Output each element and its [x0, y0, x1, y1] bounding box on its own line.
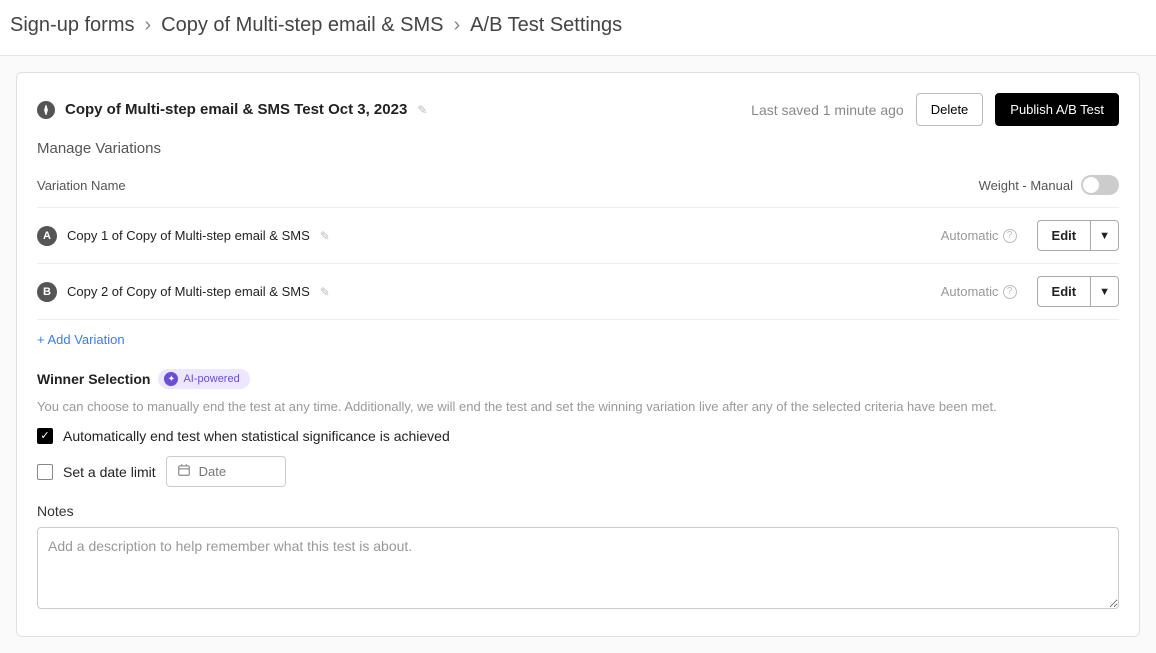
variation-name: Copy 2 of Copy of Multi-step email & SMS	[67, 284, 310, 299]
pencil-icon[interactable]: ✎	[320, 285, 330, 299]
breadcrumb-parent[interactable]: Copy of Multi-step email & SMS	[161, 14, 443, 37]
auto-end-checkbox[interactable]	[37, 428, 53, 444]
last-saved-text: Last saved 1 minute ago	[751, 102, 904, 118]
manage-variations-heading: Manage Variations	[37, 140, 1119, 157]
edit-button[interactable]: Edit	[1037, 276, 1092, 307]
date-limit-label: Set a date limit	[63, 464, 156, 480]
ai-powered-badge: AI-powered	[158, 369, 249, 389]
notes-heading: Notes	[37, 503, 1119, 519]
chevron-right-icon: ›	[145, 14, 152, 37]
chevron-right-icon: ›	[454, 14, 461, 37]
winner-help-text: You can choose to manually end the test …	[37, 399, 1119, 414]
date-input[interactable]	[199, 464, 275, 479]
pencil-icon[interactable]: ✎	[320, 229, 330, 243]
edit-dropdown-caret[interactable]: ▼	[1091, 276, 1119, 307]
help-icon[interactable]: ?	[1003, 285, 1017, 299]
notes-textarea[interactable]	[37, 527, 1119, 609]
weight-label: Weight - Manual	[979, 178, 1073, 193]
publish-button[interactable]: Publish A/B Test	[995, 93, 1119, 126]
edit-button[interactable]: Edit	[1037, 220, 1092, 251]
pencil-icon[interactable]: ✎	[417, 103, 427, 117]
column-variation-name: Variation Name	[37, 178, 126, 193]
delete-button[interactable]: Delete	[916, 93, 984, 126]
compass-icon	[37, 101, 55, 119]
breadcrumb: Sign-up forms › Copy of Multi-step email…	[0, 0, 1156, 56]
variation-badge: B	[37, 282, 57, 302]
winner-selection-heading: Winner Selection	[37, 371, 150, 387]
edit-dropdown-caret[interactable]: ▼	[1091, 220, 1119, 251]
add-variation-button[interactable]: + Add Variation	[37, 320, 125, 359]
calendar-icon	[177, 463, 191, 480]
weight-value: Automatic	[941, 228, 999, 243]
weight-toggle[interactable]	[1081, 175, 1119, 195]
variation-name: Copy 1 of Copy of Multi-step email & SMS	[67, 228, 310, 243]
date-limit-checkbox[interactable]	[37, 464, 53, 480]
date-input-wrap[interactable]	[166, 456, 286, 487]
breadcrumb-current: A/B Test Settings	[470, 14, 622, 37]
sparkle-icon	[164, 372, 178, 386]
test-title: Copy of Multi-step email & SMS Test Oct …	[65, 101, 407, 118]
breadcrumb-root[interactable]: Sign-up forms	[10, 14, 135, 37]
variation-badge: A	[37, 226, 57, 246]
weight-value: Automatic	[941, 284, 999, 299]
ab-test-card: Copy of Multi-step email & SMS Test Oct …	[16, 72, 1140, 637]
auto-end-label: Automatically end test when statistical …	[63, 428, 450, 444]
variation-row: B Copy 2 of Copy of Multi-step email & S…	[37, 264, 1119, 320]
help-icon[interactable]: ?	[1003, 229, 1017, 243]
variation-row: A Copy 1 of Copy of Multi-step email & S…	[37, 208, 1119, 264]
